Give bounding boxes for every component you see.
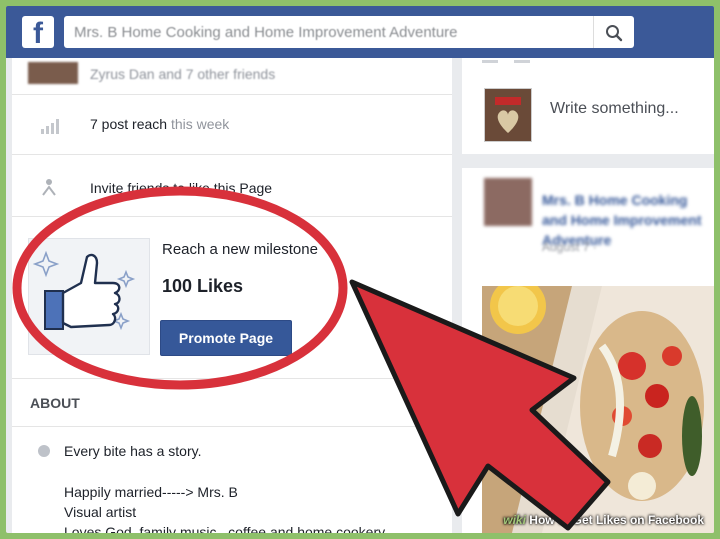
facebook-logo-icon[interactable]: f xyxy=(22,16,54,48)
post-reach-row: 7 post reach this week xyxy=(12,94,452,155)
post-timestamp[interactable]: August 7 · xyxy=(542,240,597,254)
invite-person-icon xyxy=(42,179,56,196)
divider xyxy=(12,378,452,379)
promote-page-button[interactable]: Promote Page xyxy=(160,320,292,356)
info-icon xyxy=(38,445,50,457)
friend-avatars xyxy=(28,62,78,84)
milestone-heading: Reach a new milestone xyxy=(162,241,318,258)
friends-row: Zyrus Dan and 7 other friends xyxy=(12,58,452,95)
search-input[interactable]: Mrs. B Home Cooking and Home Improvement… xyxy=(64,16,634,48)
post-reach-period: this week xyxy=(170,116,230,132)
search-icon xyxy=(606,25,623,42)
composer-card: Write something... xyxy=(462,58,714,154)
friends-like-text[interactable]: Zyrus Dan and 7 other friends xyxy=(90,66,275,82)
tab-indicator xyxy=(482,60,498,63)
wikihow-watermark: wiki How to Get Likes on Facebook xyxy=(503,513,704,527)
search-button[interactable] xyxy=(593,16,634,48)
about-description: Visual artist xyxy=(64,504,137,520)
burrito-photo xyxy=(482,286,714,533)
page-sidebar: Zyrus Dan and 7 other friends 7 post rea… xyxy=(12,58,452,533)
about-heading: ABOUT xyxy=(30,395,80,411)
about-description: Happily married-----> Mrs. B xyxy=(64,484,238,500)
invite-friends-text: Invite friends to like this Page xyxy=(90,180,273,196)
post-author-avatar[interactable] xyxy=(484,178,532,226)
bar-chart-icon xyxy=(41,119,59,134)
search-input-value: Mrs. B Home Cooking and Home Improvement… xyxy=(74,24,458,41)
composer-input[interactable]: Write something... xyxy=(550,100,679,118)
post-reach-text[interactable]: 7 post reach this week xyxy=(90,116,229,132)
about-description: Every bite has a story. xyxy=(64,443,202,459)
tab-indicator xyxy=(514,60,530,63)
invite-friends-row[interactable]: Invite friends to like this Page xyxy=(12,154,452,217)
thumbs-up-icon xyxy=(32,250,136,331)
about-description: Loves God, family music , coffee and hom… xyxy=(64,524,386,533)
post-card: Mrs. B Home Cooking and Home Improvement… xyxy=(462,168,714,533)
food-photo[interactable] xyxy=(482,286,714,533)
milestone-illustration xyxy=(28,238,150,355)
page-avatar[interactable] xyxy=(484,88,532,142)
watermark-title: How to Get Likes on Facebook xyxy=(529,513,704,527)
top-navigation-bar: f Mrs. B Home Cooking and Home Improveme… xyxy=(6,6,714,58)
timeline-column: Write something... Mrs. B Home Cooking a… xyxy=(462,58,714,533)
screenshot-frame: f Mrs. B Home Cooking and Home Improveme… xyxy=(6,6,714,533)
heart-ornament-icon xyxy=(485,89,531,141)
post-reach-count: 7 post reach xyxy=(90,116,168,132)
watermark-brand: wiki xyxy=(503,513,526,527)
milestone-likes-count: 100 Likes xyxy=(162,276,244,296)
divider xyxy=(12,426,452,427)
